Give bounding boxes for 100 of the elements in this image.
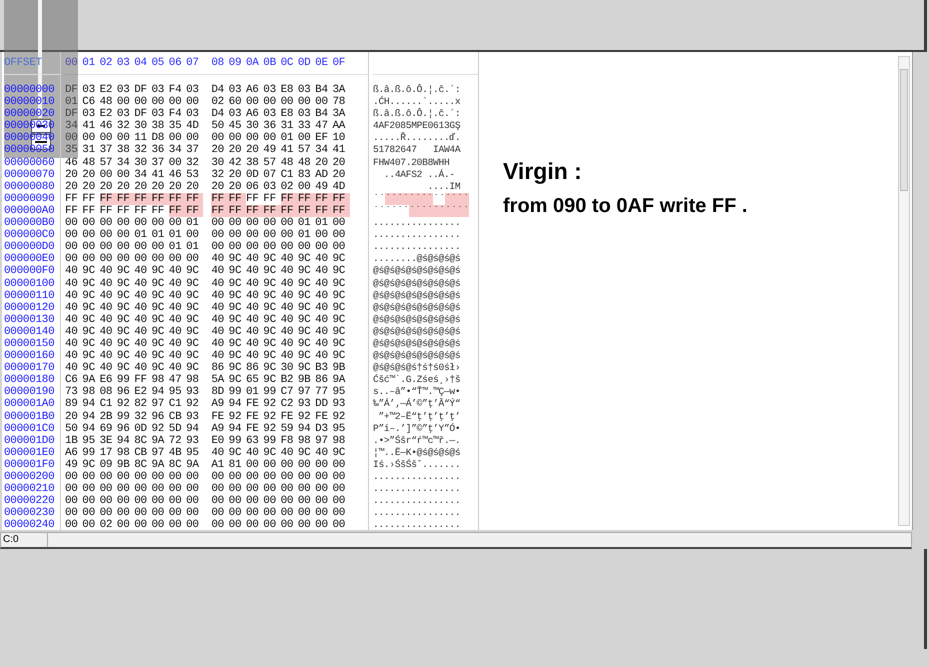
- hex-byte: 9C: [332, 290, 346, 302]
- hex-byte: 40: [168, 290, 182, 302]
- hex-byte: 9C: [298, 302, 312, 314]
- cursor-position: C:0: [1, 533, 48, 547]
- hex-byte: 00: [246, 241, 260, 254]
- hex-byte: E8: [280, 84, 294, 96]
- ascii-text: Iś.›ŚšŚšˇ.......: [373, 458, 462, 471]
- hex-byte: 20: [134, 180, 148, 193]
- ascii-text: .....Ř........ď.: [373, 132, 462, 144]
- hex-byte: 32: [134, 144, 148, 157]
- ascii-text: ....IM: [426, 180, 462, 193]
- hex-byte: 4D: [186, 120, 200, 132]
- ascii-text: @ś@ś@ś@ś@ś@ś@ś@ś: [373, 338, 462, 350]
- hex-byte: 40: [211, 278, 225, 290]
- hex-byte: 9C: [116, 362, 130, 374]
- hex-byte: FF: [246, 192, 260, 205]
- hex-byte: 9C: [263, 350, 277, 362]
- hex-byte: 98: [82, 386, 96, 398]
- hex-byte: 00: [246, 217, 260, 230]
- row-offset: 00000120: [4, 302, 56, 314]
- hex-byte: 40: [65, 314, 79, 326]
- hex-byte: 48: [100, 96, 114, 108]
- hex-byte: 40: [134, 290, 148, 302]
- hex-byte: 9C: [298, 253, 312, 266]
- hex-byte: 00: [186, 519, 200, 532]
- hex-byte: 95: [332, 422, 346, 435]
- hex-byte: 9C: [263, 446, 277, 459]
- scrollbar[interactable]: [898, 56, 910, 526]
- hex-byte: 01: [280, 132, 294, 144]
- hex-byte: F8: [280, 434, 294, 447]
- hex-byte: 9C: [298, 278, 312, 290]
- hex-byte: FF: [151, 192, 169, 205]
- hex-byte: 31: [280, 120, 294, 132]
- ascii-text: @ś@ś@ś@ś@ś@ś@ś@ś: [373, 326, 462, 338]
- ascii-char: ˙: [409, 192, 415, 205]
- hex-byte: FF: [186, 192, 204, 205]
- hex-byte: 20: [228, 168, 242, 181]
- hex-byte: 40: [134, 314, 148, 326]
- hex-byte: 9C: [332, 326, 346, 338]
- hex-byte: 99: [228, 386, 242, 398]
- hex-byte: 94: [151, 386, 166, 398]
- hex-byte: 00: [116, 96, 130, 108]
- hex-byte: D4: [211, 84, 225, 96]
- hex-byte: 20: [228, 144, 242, 157]
- hex-byte: 94: [116, 434, 130, 447]
- hex-byte: 9C: [82, 338, 96, 350]
- hex-byte: 32: [211, 168, 225, 181]
- hex-byte: 9C: [298, 362, 312, 374]
- hex-byte: 41: [151, 168, 166, 181]
- hex-byte: 03: [82, 108, 96, 120]
- hex-byte: FF: [151, 204, 166, 218]
- column-header: 01: [82, 56, 96, 71]
- hex-byte: 00: [263, 483, 277, 496]
- row-offset: 000000E0: [4, 253, 56, 266]
- hex-byte: 40: [100, 302, 114, 314]
- hex-byte: FE: [246, 422, 260, 435]
- row-offset: 00000200: [4, 471, 56, 484]
- hex-byte: 9C: [228, 350, 242, 362]
- hex-byte: B3: [315, 362, 329, 374]
- hex-byte: 93: [298, 398, 312, 411]
- hex-byte: 00: [298, 241, 312, 254]
- hex-byte: DF: [134, 84, 148, 96]
- hex-byte: 49: [263, 144, 277, 157]
- hex-byte: 9C: [82, 350, 96, 362]
- hex-byte: 40: [280, 290, 294, 302]
- hex-byte: 8C: [168, 458, 182, 471]
- hex-byte: 00: [211, 483, 225, 496]
- hex-byte: 9C: [263, 290, 277, 302]
- hex-byte: E2: [100, 84, 114, 96]
- hex-byte: DF: [134, 108, 148, 120]
- hex-byte: 40: [168, 302, 182, 314]
- row-offset: 000001F0: [4, 458, 56, 471]
- hex-byte: 92: [298, 410, 312, 423]
- ascii-text: @ś@ś@ś@ś†ś†ś0śł›: [373, 362, 462, 374]
- ascii-text: ................: [373, 217, 462, 230]
- hex-byte: 40: [100, 278, 114, 290]
- hex-byte: FF: [65, 192, 79, 205]
- hex-byte: 00: [116, 519, 130, 532]
- column-header: 04: [134, 56, 148, 71]
- hex-byte: C7: [280, 386, 294, 398]
- hex-byte: 00: [100, 168, 114, 181]
- ascii-char: ˙: [415, 192, 421, 205]
- hex-byte: 40: [65, 326, 79, 338]
- hex-byte: 36: [151, 144, 166, 157]
- hex-byte: 00: [100, 229, 114, 242]
- ascii-text: Ćšć™˙.G.Zśeś˛›†š: [373, 374, 462, 386]
- hex-byte: 40: [280, 278, 294, 290]
- hex-byte: 9C: [263, 253, 277, 266]
- hex-byte: CB: [168, 410, 182, 423]
- hex-byte: 9C: [151, 362, 166, 374]
- ascii-text: P”i–.’]”©”ţ’Y”Ó•: [373, 422, 462, 435]
- hex-byte: 40: [246, 314, 260, 326]
- hex-byte: 40: [211, 265, 225, 278]
- ascii-char: ˙: [397, 192, 403, 205]
- ascii-text: @ś@ś@ś@ś@ś@ś@ś@ś: [373, 350, 462, 362]
- ascii-text: ”+™2–Ë“ţ’ţ’ţ’ţ’: [377, 410, 462, 423]
- hex-byte: 9C: [228, 314, 242, 326]
- hex-byte: 48: [280, 156, 294, 169]
- hex-byte: 40: [65, 265, 79, 278]
- hex-byte: 9C: [151, 290, 166, 302]
